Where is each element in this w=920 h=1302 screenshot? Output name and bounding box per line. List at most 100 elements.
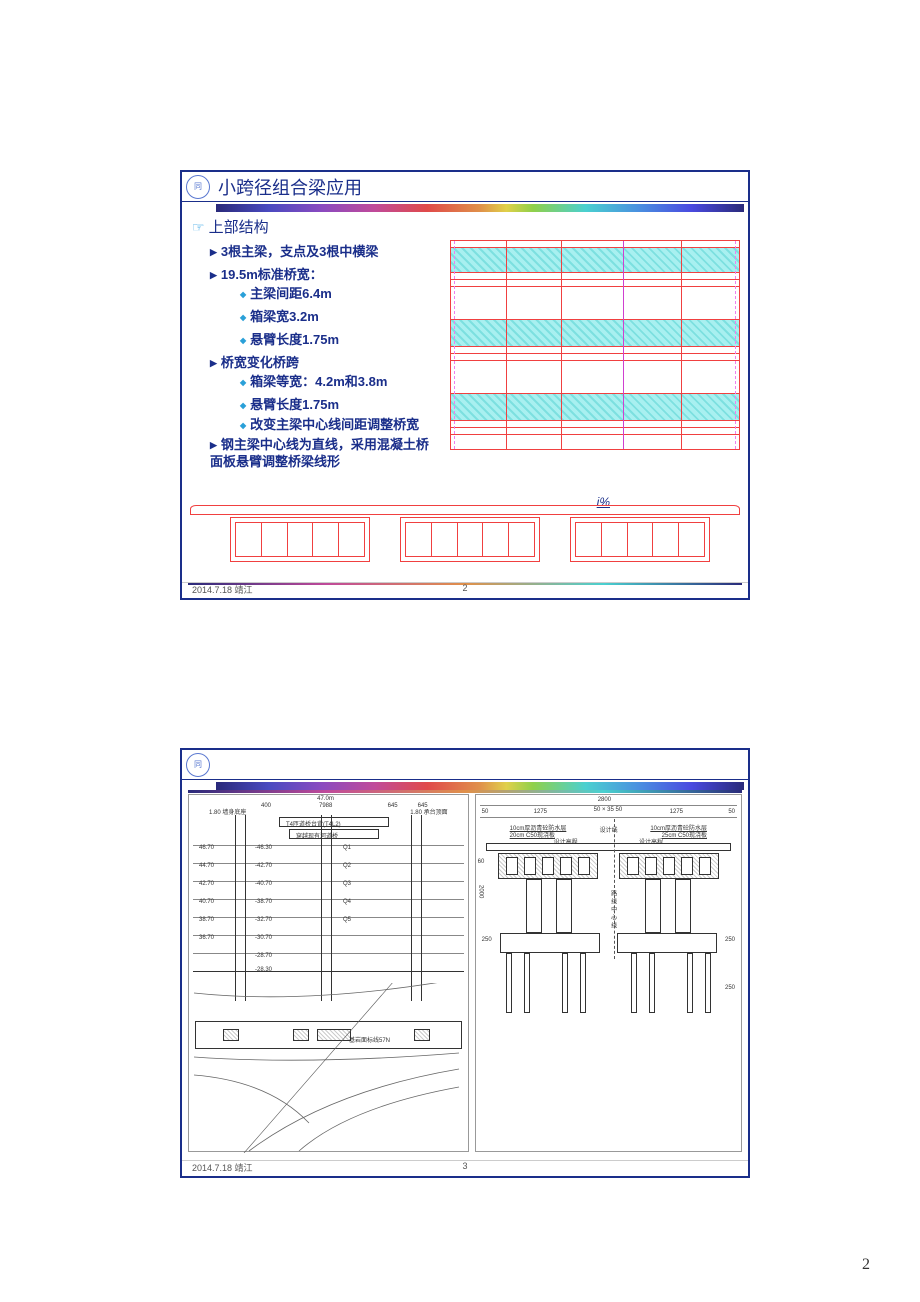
soil: Q2 [343, 863, 351, 869]
plan-girder-band [451, 319, 739, 347]
dim: 400 [261, 803, 271, 809]
cell [601, 523, 627, 556]
rainbow-bar-icon [216, 204, 744, 212]
column [645, 879, 661, 933]
footer-date: 2014.7.18 靖江 [192, 583, 253, 596]
plan-girder-band [451, 393, 739, 421]
dim: 50 × 35 50 [594, 807, 623, 813]
cell [678, 523, 704, 556]
plan-view-diagram [450, 240, 740, 450]
cell [431, 523, 457, 556]
pile-cap [617, 933, 717, 953]
pile [631, 953, 637, 1013]
box-girder [230, 517, 370, 562]
soil: Q5 [343, 917, 351, 923]
sub-item: 箱梁宽3.2m [240, 306, 432, 325]
slide2-footer: 2014.7.18 靖江 3 [182, 1160, 748, 1174]
footer-date: 2014.7.18 靖江 [192, 1161, 253, 1174]
pile-cap [500, 933, 600, 953]
cell [406, 523, 431, 556]
layer [193, 935, 464, 936]
left-drawing: 47.0m 1.80 墙身底座 1.80 承台顶面 400 7988 645 6… [188, 794, 469, 1152]
cell [560, 857, 572, 875]
dim-h1: 60 [478, 859, 485, 865]
sub-item: 箱梁等宽：4.2m和3.8m [240, 371, 432, 390]
note: 20cm C50现浇板 [510, 830, 555, 839]
slide1-header: 同 小跨径组合梁应用 [182, 172, 748, 202]
cell [645, 857, 657, 875]
pile [649, 953, 655, 1013]
rainbow-bar-icon [216, 782, 744, 790]
pile [580, 953, 586, 1013]
item-text: 桥宽变化桥跨 [221, 355, 299, 370]
slide-1: 同 小跨径组合梁应用 ☞上部结构 3根主梁，支点及3根中横梁 19.5m标准桥宽… [180, 170, 750, 600]
list-item: 3根主梁，支点及3根中横梁 [210, 241, 432, 260]
soil: Q1 [343, 845, 351, 851]
cell [236, 523, 261, 556]
pile [506, 953, 512, 1013]
slide2-body: 47.0m 1.80 墙身底座 1.80 承台顶面 400 7988 645 6… [188, 794, 742, 1152]
plan-crossbeam [506, 241, 507, 449]
layer [193, 953, 464, 954]
sub-list: 主梁间距6.4m 箱梁宽3.2m 悬臂长度1.75m [210, 283, 432, 348]
section-text: 上部结构 [209, 219, 269, 236]
slide1-title: 小跨径组合梁应用 [218, 174, 362, 200]
pile [524, 953, 530, 1013]
note-box: 穿越现有河道桥 [289, 829, 379, 839]
shaft [235, 815, 236, 1001]
dim-line [480, 817, 737, 818]
item-text: 钢主梁中心线为直线，采用混凝土桥面板悬臂调整桥梁线形 [210, 437, 429, 469]
list-item: 桥宽变化桥跨 箱梁等宽：4.2m和3.8m 悬臂长度1.75m 改变主梁中心线间… [210, 352, 432, 433]
note: 25cm C50现浇板 [662, 830, 707, 839]
elev: 44.70 [199, 863, 214, 869]
university-logo-icon: 同 [186, 753, 210, 777]
centerline [614, 819, 615, 959]
soil: Q3 [343, 881, 351, 887]
pointer-icon: ☞ [192, 219, 205, 235]
plan-girder-band [451, 247, 739, 273]
shaft [331, 815, 332, 1001]
cell [287, 523, 313, 556]
plan-edge [735, 241, 736, 449]
elev: -28.70 [255, 953, 272, 959]
item-text: 3根主梁，支点及3根中横梁 [221, 244, 378, 259]
dim: 645 [418, 803, 428, 809]
dim: 50 [482, 809, 489, 815]
cell [578, 857, 590, 875]
cell [681, 857, 693, 875]
document-page-number: 2 [862, 1256, 870, 1274]
top-dim: 47.0m [317, 796, 334, 802]
cell [508, 523, 534, 556]
column [675, 879, 691, 933]
box-girder [400, 517, 540, 562]
road-curves-icon [189, 983, 468, 1153]
cell [482, 523, 508, 556]
elev: -42.70 [255, 863, 272, 869]
sub-list: 箱梁等宽：4.2m和3.8m 悬臂长度1.75m 改变主梁中心线间距调整桥宽 [210, 371, 432, 433]
elev: 46.70 [199, 845, 214, 851]
elev: -32.70 [255, 917, 272, 923]
slide-page: 3 [462, 1161, 467, 1171]
cell [524, 857, 536, 875]
elev: -38.70 [255, 899, 272, 905]
plan-crossbeam [561, 241, 562, 449]
list-item: 19.5m标准桥宽： 主梁间距6.4m 箱梁宽3.2m 悬臂长度1.75m [210, 264, 432, 348]
plan-edge [454, 241, 455, 449]
plan-centerline [623, 241, 624, 449]
row-label: 1.80 承台顶面 [410, 807, 447, 816]
dim: 1275 [670, 809, 683, 815]
row-label: 1.80 墙身底座 [209, 807, 246, 816]
cell [457, 523, 483, 556]
layer [193, 899, 464, 900]
sub-item: 改变主梁中心线间距调整桥宽 [240, 417, 432, 433]
item-text: 19.5m标准桥宽： [221, 267, 323, 282]
slide2-header: 同 [182, 750, 748, 780]
cell [627, 857, 639, 875]
pile [705, 953, 711, 1013]
shaft [321, 815, 322, 1001]
dim: 1275 [534, 809, 547, 815]
layer [193, 917, 464, 918]
cell [261, 523, 287, 556]
slide1-footer: 2014.7.18 靖江 2 [182, 582, 748, 596]
deck-slab [190, 505, 740, 515]
